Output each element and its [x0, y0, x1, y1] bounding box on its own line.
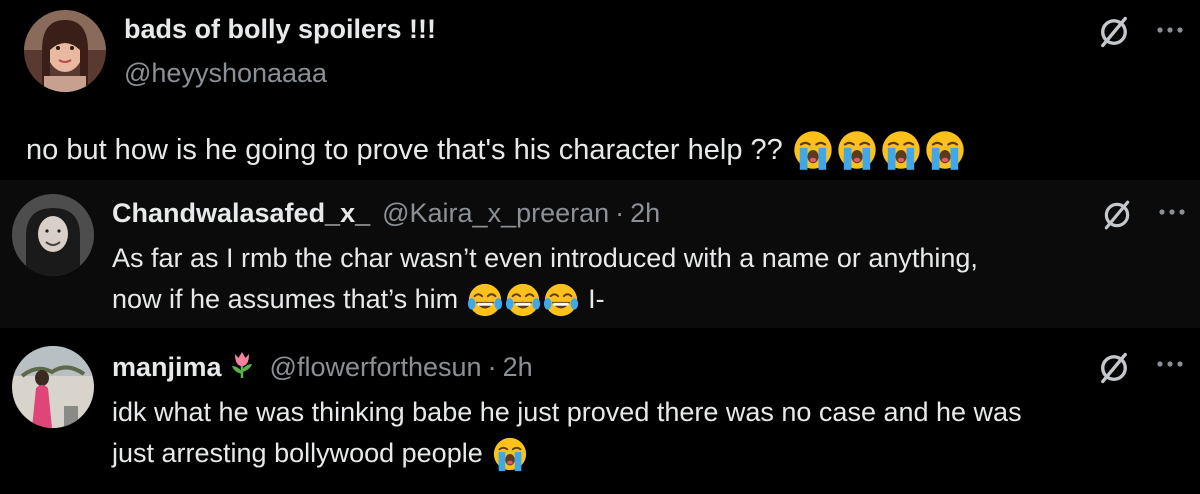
- grok-slash-circle-icon[interactable]: [1100, 198, 1134, 237]
- reply-header: manjima @flowerforthesun · 2h: [112, 348, 533, 387]
- timestamp[interactable]: 2h: [503, 352, 533, 383]
- tulip-icon: [226, 348, 258, 387]
- user-handle[interactable]: @flowerforthesun: [270, 352, 482, 383]
- more-dots-icon[interactable]: [1156, 356, 1184, 374]
- user-handle[interactable]: @heyyshonaaaa: [124, 58, 327, 89]
- display-name[interactable]: manjima: [112, 352, 222, 383]
- loudly-crying-face-icon: [835, 128, 879, 172]
- reply-tweet[interactable]: Chandwalasafed_x_ @Kaira_x_preeran · 2h …: [0, 180, 1200, 328]
- loudly-crying-face-icon: [791, 128, 835, 172]
- display-name[interactable]: Chandwalasafed_x_: [112, 198, 370, 229]
- tweet-text-content: no but how is he going to prove that's h…: [26, 133, 783, 166]
- reply-text-suffix: I-: [588, 284, 605, 314]
- loudly-crying-face-icon: [923, 128, 967, 172]
- timestamp[interactable]: 2h: [630, 198, 660, 229]
- display-name[interactable]: bads of bolly spoilers !!!: [124, 14, 436, 45]
- avatar[interactable]: [24, 10, 106, 92]
- reply-text: As far as I rmb the char wasn’t even int…: [112, 238, 1182, 320]
- more-dots-icon[interactable]: [1158, 204, 1186, 222]
- grok-slash-circle-icon[interactable]: [1096, 350, 1132, 391]
- face-with-tears-of-joy-icon: [542, 281, 580, 319]
- loudly-crying-face-icon: [879, 128, 923, 172]
- grok-slash-circle-icon[interactable]: [1096, 14, 1132, 55]
- reply-header: Chandwalasafed_x_ @Kaira_x_preeran · 2h: [112, 198, 660, 229]
- avatar[interactable]: [12, 194, 94, 276]
- tweet-text: no but how is he going to prove that's h…: [26, 128, 967, 172]
- avatar[interactable]: [12, 346, 94, 428]
- reply-tweet[interactable]: manjima @flowerforthesun · 2h idk what h…: [0, 328, 1200, 494]
- separator: ·: [487, 352, 497, 382]
- reply-text-segment: now if he assumes that’s him: [112, 284, 459, 314]
- reply-text: idk what he was thinking babe he just pr…: [112, 392, 1182, 474]
- reply-text-segment: just arresting bollywood people: [112, 438, 483, 468]
- more-dots-icon[interactable]: [1156, 22, 1184, 40]
- reply-text-line: now if he assumes that’s him I-: [112, 279, 1182, 320]
- separator: ·: [615, 198, 625, 228]
- reply-text-line: As far as I rmb the char wasn’t even int…: [112, 243, 978, 273]
- reply-text-line: just arresting bollywood people: [112, 433, 1182, 474]
- loudly-crying-face-icon: [491, 435, 529, 473]
- reply-text-line: idk what he was thinking babe he just pr…: [112, 397, 1022, 427]
- main-tweet[interactable]: bads of bolly spoilers !!! @heyyshonaaaa…: [0, 0, 1200, 180]
- user-handle[interactable]: @Kaira_x_preeran: [382, 198, 609, 229]
- face-with-tears-of-joy-icon: [504, 281, 542, 319]
- face-with-tears-of-joy-icon: [466, 281, 504, 319]
